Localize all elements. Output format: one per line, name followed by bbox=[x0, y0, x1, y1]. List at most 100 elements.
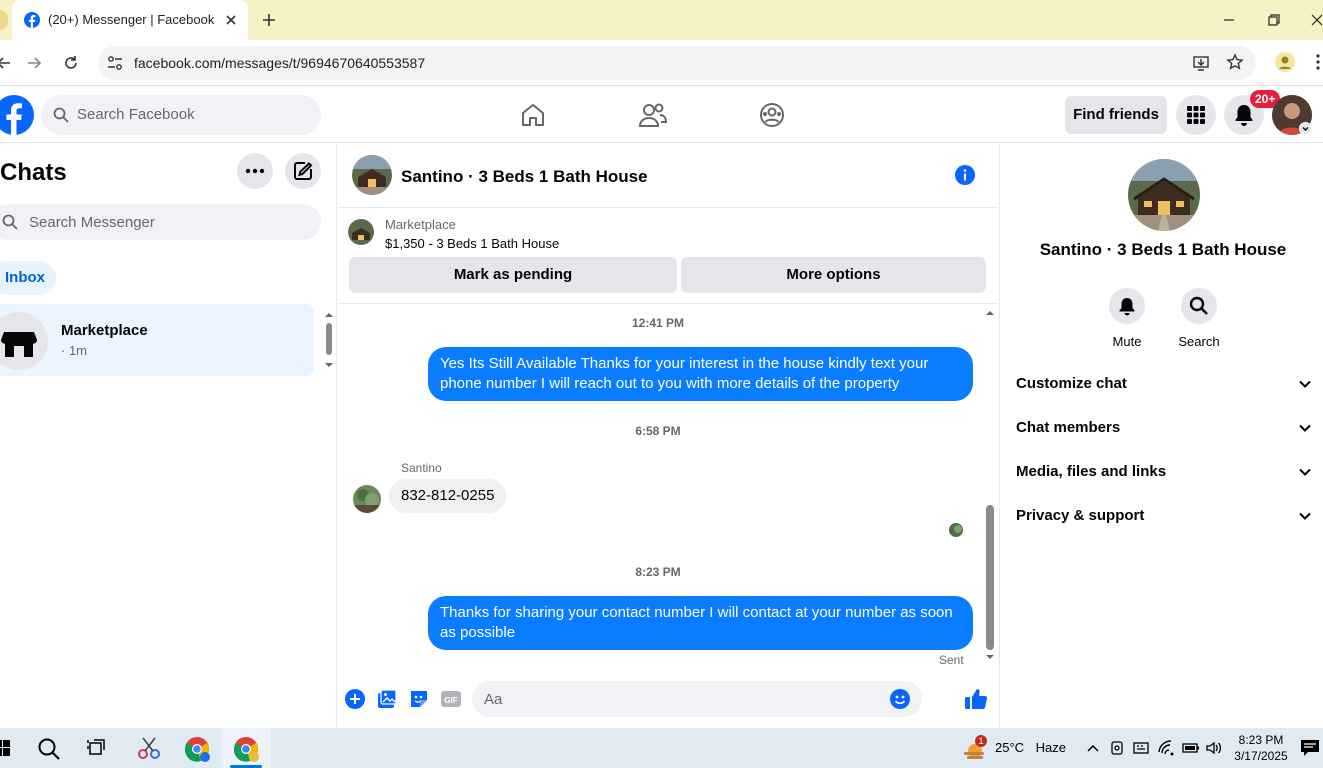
meet-now-icon[interactable] bbox=[1110, 740, 1126, 756]
section-label: Privacy & support bbox=[1016, 507, 1145, 524]
message-status: Sent bbox=[939, 653, 964, 667]
groups-icon[interactable] bbox=[759, 102, 785, 128]
tab-title: (20+) Messenger | Facebook bbox=[48, 12, 215, 27]
outgoing-message[interactable]: Yes Its Still Available Thanks for your … bbox=[428, 347, 973, 401]
kebab-icon[interactable] bbox=[1314, 53, 1322, 71]
input-indicator-icon[interactable] bbox=[1133, 740, 1149, 756]
bell-icon bbox=[1109, 288, 1145, 324]
info-icon[interactable] bbox=[955, 165, 975, 185]
chat-list-item[interactable]: Marketplace · 1m bbox=[0, 304, 314, 376]
customize-chat-section[interactable]: Customize chat bbox=[1016, 369, 1312, 399]
outgoing-message[interactable]: Thanks for sharing your contact number I… bbox=[428, 596, 973, 650]
info-name: Santino · 3 Beds 1 Bath House bbox=[1039, 240, 1287, 259]
profile-icon[interactable] bbox=[1275, 52, 1295, 72]
browser-tab[interactable]: (20+) Messenger | Facebook bbox=[12, 0, 248, 40]
marketplace-avatar bbox=[0, 312, 48, 370]
facebook-logo-icon[interactable] bbox=[0, 95, 34, 135]
chevron-down-icon bbox=[1299, 512, 1311, 520]
mute-button[interactable]: Mute bbox=[1097, 288, 1157, 349]
reload-icon[interactable] bbox=[62, 54, 80, 72]
back-icon[interactable] bbox=[0, 54, 12, 72]
chrome-icon[interactable] bbox=[232, 735, 260, 763]
sidebar-scrollbar[interactable] bbox=[323, 308, 335, 372]
thumbs-up-icon[interactable] bbox=[964, 687, 988, 711]
home-icon[interactable] bbox=[520, 102, 546, 128]
weather-text[interactable]: 25°C Haze bbox=[995, 740, 1066, 755]
plus-icon[interactable] bbox=[260, 11, 278, 29]
url-text: facebook.com/messages/t/9694670640553587 bbox=[134, 55, 426, 71]
minimize-icon[interactable] bbox=[1221, 12, 1237, 28]
sender-avatar[interactable] bbox=[353, 485, 381, 513]
star-icon[interactable] bbox=[1226, 53, 1244, 71]
install-icon[interactable] bbox=[1192, 54, 1210, 72]
message-timestamp: 12:41 PM bbox=[631, 316, 685, 330]
battery-icon[interactable] bbox=[1182, 741, 1200, 755]
emoji-icon[interactable] bbox=[890, 689, 910, 709]
plus-circle-icon[interactable] bbox=[345, 689, 365, 709]
clock-time: 8:23 PM bbox=[1238, 733, 1284, 747]
chevron-down-icon bbox=[1299, 424, 1311, 432]
privacy-support-section[interactable]: Privacy & support bbox=[1016, 501, 1312, 531]
seen-indicator-avatar bbox=[949, 523, 963, 537]
conversation-panel: Santino · 3 Beds 1 Bath House Marketplac… bbox=[338, 143, 998, 728]
wifi-icon[interactable] bbox=[1158, 740, 1176, 756]
message-input[interactable] bbox=[484, 681, 884, 717]
notification-center-icon[interactable] bbox=[1300, 739, 1320, 757]
search-label: Search bbox=[1178, 334, 1220, 349]
chevron-down-icon bbox=[1299, 468, 1311, 476]
facebook-search-placeholder: Search Facebook bbox=[77, 106, 195, 123]
chevron-down-icon bbox=[1299, 380, 1311, 388]
restore-icon[interactable] bbox=[1266, 12, 1282, 28]
section-label: Chat members bbox=[1016, 419, 1121, 436]
address-bar[interactable]: facebook.com/messages/t/9694670640553587 bbox=[98, 46, 1256, 80]
chevron-up-icon[interactable] bbox=[1086, 741, 1100, 755]
conversation-avatar[interactable] bbox=[352, 155, 392, 195]
messenger-search-input[interactable]: Search Messenger bbox=[0, 204, 321, 240]
chrome-profile-icon[interactable] bbox=[183, 735, 211, 763]
thread-scrollbar[interactable] bbox=[982, 305, 998, 673]
media-files-links-section[interactable]: Media, files and links bbox=[1016, 457, 1312, 487]
messenger-search-placeholder: Search Messenger bbox=[29, 214, 155, 231]
chats-title: Chats bbox=[0, 159, 67, 186]
more-options-button[interactable]: More options bbox=[681, 257, 986, 293]
new-message-button[interactable] bbox=[285, 153, 321, 189]
snipping-tool-icon[interactable] bbox=[136, 735, 162, 761]
task-view-icon[interactable] bbox=[87, 738, 107, 758]
menu-button[interactable] bbox=[1176, 95, 1216, 135]
marketplace-listing-bar: Marketplace $1,350 - 3 Beds 1 Bath House… bbox=[338, 208, 998, 304]
tab-group-indicator[interactable] bbox=[0, 10, 8, 30]
sticker-icon[interactable] bbox=[409, 689, 429, 709]
search-icon bbox=[2, 214, 18, 230]
facebook-search-input[interactable]: Search Facebook bbox=[41, 95, 321, 135]
chats-sidebar: Chats Search Messenger Inbox Marketplace… bbox=[0, 143, 337, 728]
chat-members-section[interactable]: Chat members bbox=[1016, 413, 1312, 443]
inbox-filter-tab[interactable]: Inbox bbox=[0, 261, 56, 295]
system-clock[interactable]: 8:23 PM 3/17/2025 bbox=[1228, 732, 1294, 764]
close-icon[interactable] bbox=[222, 11, 240, 29]
listing-price-title[interactable]: $1,350 - 3 Beds 1 Bath House bbox=[385, 236, 559, 251]
info-avatar[interactable] bbox=[1128, 159, 1200, 231]
search-icon[interactable] bbox=[37, 737, 61, 761]
clock-date: 3/17/2025 bbox=[1234, 749, 1288, 763]
forward-icon[interactable] bbox=[26, 54, 44, 72]
friends-icon[interactable] bbox=[639, 102, 667, 128]
conversation-title[interactable]: Santino · 3 Beds 1 Bath House bbox=[401, 167, 648, 187]
start-icon[interactable] bbox=[0, 740, 10, 756]
volume-icon[interactable] bbox=[1205, 740, 1223, 756]
photo-icon[interactable] bbox=[377, 689, 397, 709]
listing-thumbnail[interactable] bbox=[348, 219, 374, 245]
mark-as-pending-button[interactable]: Mark as pending bbox=[349, 257, 677, 293]
chat-time: · 1m bbox=[61, 343, 87, 358]
section-label: Customize chat bbox=[1016, 375, 1127, 392]
compose-icon bbox=[294, 162, 313, 180]
svg-text:GIF: GIF bbox=[444, 696, 457, 705]
chat-options-button[interactable] bbox=[237, 153, 273, 189]
site-info-icon[interactable] bbox=[106, 54, 124, 72]
window-close-icon[interactable] bbox=[1310, 12, 1323, 28]
message-timestamp: 6:58 PM bbox=[635, 424, 681, 438]
incoming-message[interactable]: 832-812-0255 bbox=[389, 479, 507, 513]
find-friends-button[interactable]: Find friends bbox=[1065, 96, 1167, 134]
gif-icon[interactable]: GIF bbox=[441, 689, 461, 709]
account-chevron-icon[interactable] bbox=[1299, 122, 1312, 135]
search-in-conversation-button[interactable]: Search bbox=[1169, 288, 1229, 349]
